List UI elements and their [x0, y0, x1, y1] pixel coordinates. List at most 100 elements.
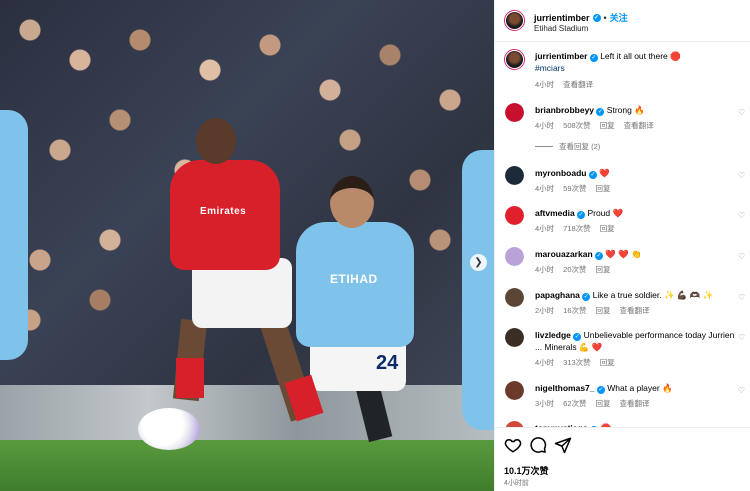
comment-body: ❤️ ❤️ 👏 — [605, 249, 642, 259]
avatar[interactable] — [505, 166, 524, 185]
comment-heart-icon[interactable]: ♡ — [738, 386, 745, 395]
pitch-grass — [0, 440, 494, 491]
comment-time: 3小时 — [535, 399, 555, 408]
comment-time: 4小时 — [535, 265, 555, 274]
comment-username[interactable]: myronboadu — [535, 168, 586, 178]
verified-badge-icon: ✓ — [588, 171, 597, 179]
comment-heart-icon[interactable]: ♡ — [738, 293, 745, 302]
comment-username[interactable]: nigelthomas7_ — [535, 383, 595, 393]
share-icon[interactable] — [554, 436, 572, 454]
comment-text: myronboadu ✓ ❤️ — [535, 168, 740, 180]
comment-body: Strong 🔥 — [606, 105, 645, 115]
verified-badge-icon: ✓ — [577, 211, 586, 219]
comment-likes[interactable]: 508次赞 — [563, 120, 591, 131]
avatar[interactable] — [505, 328, 524, 347]
comment-icon[interactable] — [529, 436, 547, 454]
comment-likes[interactable]: 16次赞 — [563, 305, 586, 316]
verified-badge-icon: ✓ — [582, 293, 591, 301]
comment-username[interactable]: marouazarkan — [535, 249, 593, 259]
reply-button[interactable]: 回复 — [600, 223, 615, 234]
verified-badge-icon: ✓ — [596, 386, 605, 394]
avatar[interactable] — [505, 247, 524, 266]
comment-heart-icon[interactable]: ♡ — [738, 171, 745, 180]
avatar[interactable] — [505, 206, 524, 225]
comment-text: aftvmedia ✓ Proud ❤️ — [535, 208, 740, 220]
arsenal-player-head — [196, 118, 236, 164]
comment-likes[interactable]: 62次赞 — [563, 398, 586, 409]
post-timestamp: 4小时前 — [504, 480, 529, 487]
post-photo: ETIHAD 24 Emirates ❯ — [0, 0, 494, 491]
translate-link[interactable]: 查看翻译 — [620, 398, 650, 409]
dot-separator: • — [603, 12, 607, 23]
comment-text: livzledge ✓ Unbelievable performance tod… — [535, 330, 740, 353]
translate-link[interactable]: 查看翻译 — [620, 305, 650, 316]
advertising-boards — [0, 385, 494, 445]
post-side-panel: jurrientimber ✓ • 关注 Etihad Stadium jurr… — [494, 0, 750, 491]
comment-heart-icon[interactable]: ♡ — [738, 252, 745, 261]
reply-button[interactable]: 回复 — [600, 120, 615, 131]
comment-time: 2小时 — [535, 306, 555, 315]
avatar[interactable] — [505, 381, 524, 400]
comment-meta: 4小时 20次赞 回复 — [535, 264, 611, 275]
follow-button[interactable]: 关注 — [610, 11, 628, 24]
reply-button[interactable]: 回复 — [596, 183, 611, 194]
reply-button[interactable]: 回复 — [596, 305, 611, 316]
reply-button[interactable]: 回复 — [596, 264, 611, 275]
comment-text: marouazarkan ✓ ❤️ ❤️ 👏 — [535, 249, 740, 261]
comment-likes[interactable]: 313次赞 — [563, 357, 591, 368]
city-shirt-number: 24 — [376, 352, 399, 374]
caption-body: Left it all out there 🛑 — [600, 51, 681, 61]
comment-likes[interactable]: 20次赞 — [563, 264, 586, 275]
heart-icon[interactable] — [504, 436, 522, 454]
comment-meta: 2小时 16次赞 回复 查看翻译 — [535, 305, 650, 316]
comment-body: Like a true soldier. ✨ 💪🏿 🫶🏿 ✨ — [592, 290, 714, 300]
comment-likes[interactable]: 59次赞 — [563, 183, 586, 194]
comment-meta: 3小时 62次赞 回复 查看翻译 — [535, 398, 650, 409]
comment-time: 4小时 — [535, 358, 555, 367]
comment-username[interactable]: aftvmedia — [535, 208, 575, 218]
comment-heart-icon[interactable]: ♡ — [738, 108, 745, 117]
comment-text: brianbrobbeyy ✓ Strong 🔥 — [535, 105, 740, 117]
player-right-edge — [462, 150, 494, 430]
comment-time: 4小时 — [535, 184, 555, 193]
reply-button[interactable]: 回复 — [596, 398, 611, 409]
reply-button[interactable]: 回复 — [600, 357, 615, 368]
caption-hashtag[interactable]: #mciars — [535, 63, 565, 73]
caption-username[interactable]: jurrientimber — [535, 51, 587, 61]
comment-username[interactable]: papaghana — [535, 290, 580, 300]
view-replies-button[interactable]: 查看回复 (2) — [535, 141, 600, 152]
comment-username[interactable]: brianbrobbeyy — [535, 105, 594, 115]
avatar[interactable] — [505, 103, 524, 122]
comment-heart-icon[interactable]: ♡ — [738, 333, 745, 342]
comment-body: Proud ❤️ — [587, 208, 624, 218]
comment-body: What a player 🔥 — [607, 383, 673, 393]
player-left-edge — [0, 110, 28, 360]
verified-badge-icon: ✓ — [592, 13, 601, 22]
avatar[interactable] — [505, 288, 524, 307]
comments-list: jurrientimber ✓ Left it all out there 🛑 … — [495, 42, 750, 427]
likes-count[interactable]: 10.1万次赞 — [504, 464, 549, 477]
translate-link[interactable]: 查看翻译 — [624, 120, 654, 131]
chevron-right-icon[interactable]: ❯ — [470, 254, 487, 271]
author-username[interactable]: jurrientimber — [534, 13, 590, 23]
comment-likes[interactable]: 718次赞 — [563, 223, 591, 234]
post-location[interactable]: Etihad Stadium — [534, 24, 588, 33]
verified-badge-icon: ✓ — [596, 108, 605, 116]
caption-time: 4小时 — [535, 80, 555, 89]
comment-time: 4小时 — [535, 121, 555, 130]
caption-meta: 4小时 查看翻译 — [535, 79, 593, 90]
translate-link[interactable]: 查看翻译 — [563, 79, 593, 90]
post-author: jurrientimber ✓ • 关注 — [534, 11, 628, 24]
avatar[interactable] — [504, 49, 525, 70]
caption-text: jurrientimber ✓ Left it all out there 🛑 … — [535, 51, 740, 74]
view-replies-label: 查看回复 (2) — [559, 142, 601, 151]
comment-meta: 4小时 59次赞 回复 — [535, 183, 611, 194]
comment-time: 4小时 — [535, 224, 555, 233]
verified-badge-icon: ✓ — [595, 252, 604, 260]
comment-username[interactable]: livzledge — [535, 330, 571, 340]
comment-heart-icon[interactable]: ♡ — [738, 211, 745, 220]
verified-badge-icon: ✓ — [573, 333, 582, 341]
avatar[interactable] — [504, 10, 525, 31]
comment-text: papaghana ✓ Like a true soldier. ✨ 💪🏿 🫶🏿… — [535, 290, 740, 302]
divider-line — [535, 146, 553, 147]
